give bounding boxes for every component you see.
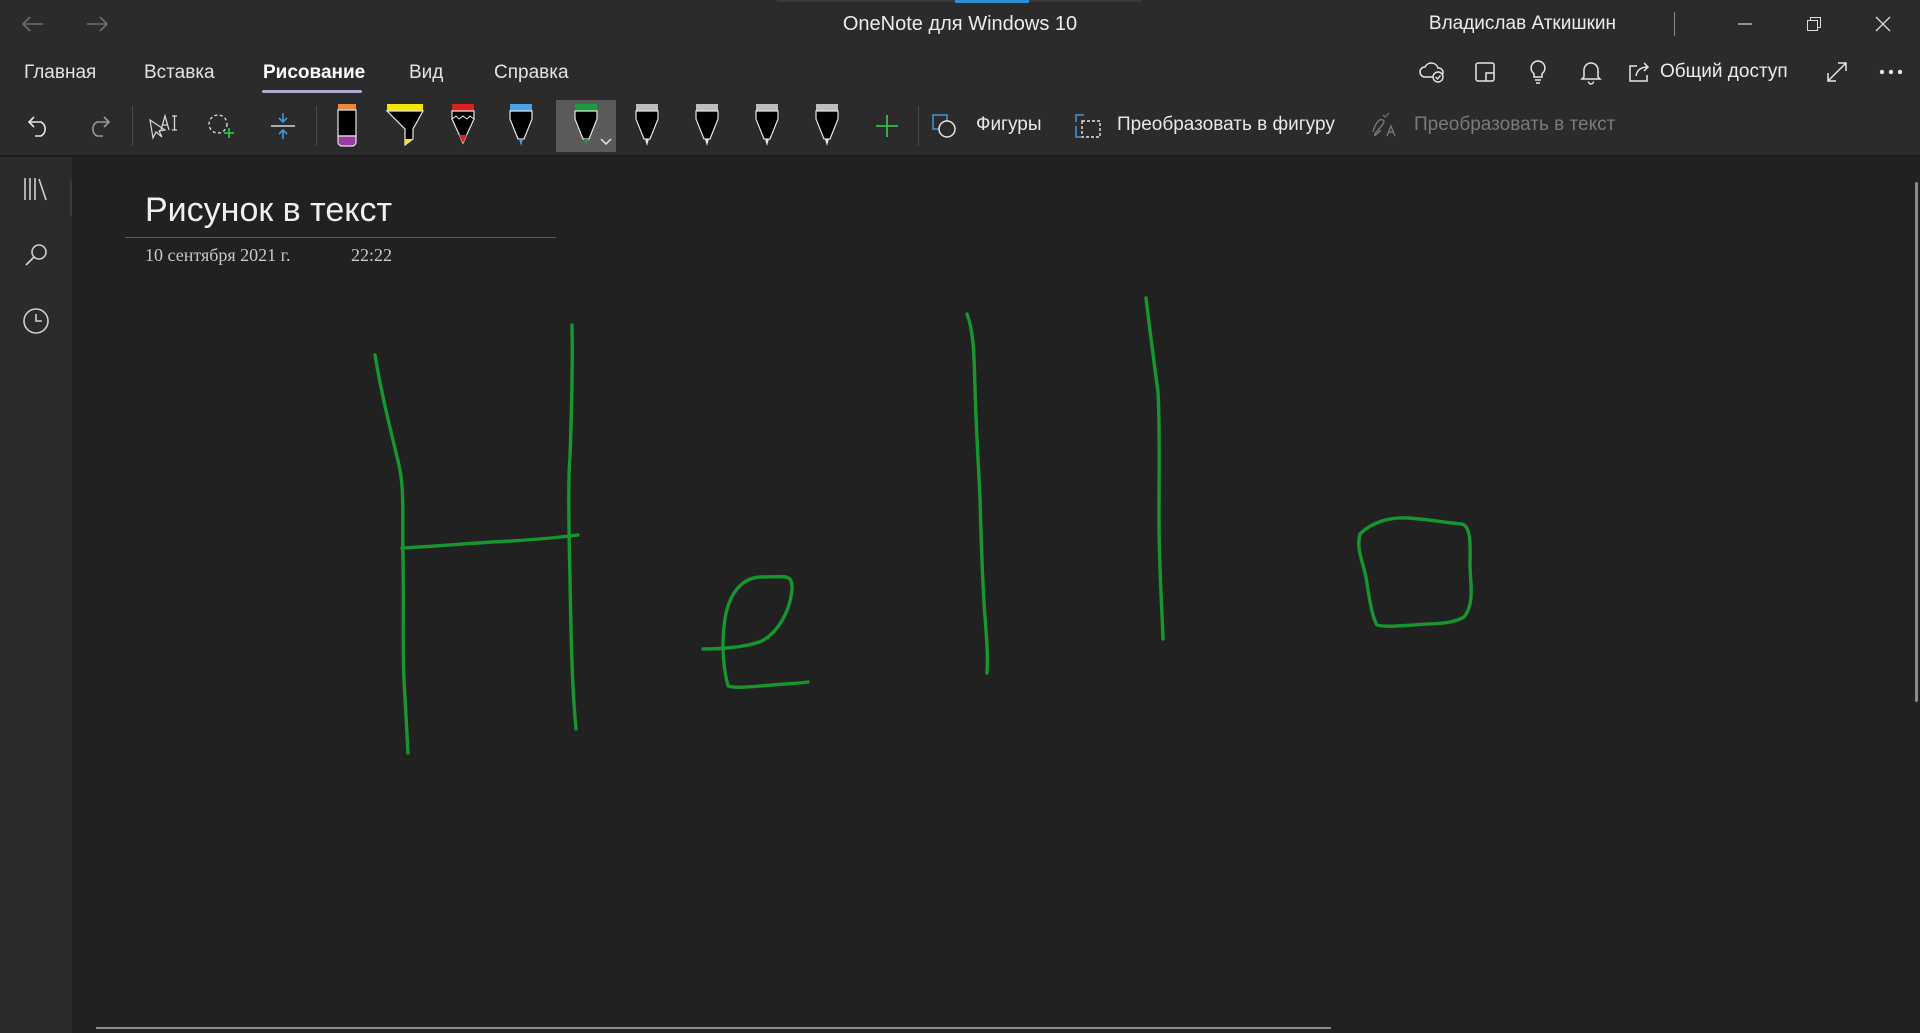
lasso-icon bbox=[208, 114, 234, 138]
pen-black-3[interactable] bbox=[744, 104, 790, 148]
vertical-scrollbar[interactable] bbox=[1915, 182, 1918, 702]
library-icon bbox=[24, 178, 47, 201]
app-title: OneNote для Windows 10 bbox=[842, 13, 1078, 35]
pen-green-selected[interactable] bbox=[556, 100, 616, 152]
share-label: Общий доступ bbox=[1660, 61, 1788, 82]
more-options-button[interactable] bbox=[1872, 55, 1910, 89]
tab-view[interactable]: Вид bbox=[409, 62, 443, 84]
lightbulb-icon bbox=[1530, 60, 1546, 84]
user-name[interactable]: Владислав Аткишкин bbox=[1429, 13, 1616, 35]
tab-home[interactable]: Главная bbox=[24, 62, 96, 84]
clock-icon bbox=[23, 308, 49, 334]
search-nav-button[interactable] bbox=[16, 235, 56, 275]
page-canvas[interactable]: Рисунок в текст 10 сентября 2021 г. 22:2… bbox=[72, 157, 1920, 1033]
title-bar: OneNote для Windows 10 Владислав Аткишки… bbox=[0, 0, 1920, 48]
pen-icon bbox=[695, 104, 719, 146]
ink-stroke-l-second bbox=[1144, 296, 1165, 641]
full-page-view-button[interactable] bbox=[1818, 55, 1856, 89]
redo-icon bbox=[92, 116, 111, 137]
pen-black-1[interactable] bbox=[624, 104, 670, 148]
ink-drawing[interactable] bbox=[72, 157, 1872, 1017]
shapes-icon bbox=[932, 114, 956, 138]
type-select-button[interactable] bbox=[140, 104, 186, 148]
pen-black-4[interactable] bbox=[804, 104, 850, 148]
recent-notes-button[interactable] bbox=[16, 301, 56, 341]
shapes-button[interactable]: Фигуры bbox=[976, 114, 1042, 136]
ink-stroke-h-left bbox=[373, 353, 410, 755]
title-separator bbox=[1674, 12, 1675, 36]
ink-to-text-icon-button[interactable] bbox=[1368, 104, 1402, 148]
notifications-button[interactable] bbox=[1572, 55, 1610, 89]
undo-button[interactable] bbox=[16, 104, 62, 148]
chevron-down-icon[interactable] bbox=[600, 138, 612, 146]
share-button[interactable]: Общий доступ bbox=[1628, 55, 1798, 89]
pen-highlighter-yellow[interactable] bbox=[382, 104, 428, 148]
pen-black-2[interactable] bbox=[684, 104, 730, 148]
navigation-rail bbox=[0, 157, 72, 1033]
ink-stroke-h-right bbox=[567, 323, 578, 731]
ink-stroke-o bbox=[1357, 516, 1473, 628]
minimize-button[interactable] bbox=[1728, 8, 1762, 40]
close-button[interactable] bbox=[1866, 8, 1900, 40]
pen-marker-purple[interactable] bbox=[324, 104, 370, 148]
hello-ink-strokes bbox=[373, 296, 1473, 755]
restore-icon bbox=[1807, 17, 1821, 31]
sync-indicator bbox=[955, 0, 1029, 3]
shapes-icon-button[interactable] bbox=[928, 104, 960, 148]
toolbar-separator bbox=[918, 106, 919, 146]
ink-to-text-button[interactable]: Преобразовать в текст bbox=[1414, 114, 1615, 136]
ink-to-shape-button[interactable]: Преобразовать в фигуру bbox=[1117, 114, 1335, 136]
ink-stroke-e bbox=[701, 574, 810, 689]
restore-button[interactable] bbox=[1797, 8, 1831, 40]
active-tab-indicator bbox=[262, 90, 362, 93]
ink-to-text-icon bbox=[1372, 112, 1396, 137]
pen-blue[interactable] bbox=[498, 104, 544, 148]
pencil-icon bbox=[451, 104, 475, 145]
undo-icon bbox=[27, 116, 46, 137]
ink-to-shape-icon-button[interactable] bbox=[1072, 104, 1104, 148]
tell-me-button[interactable] bbox=[1519, 55, 1557, 89]
share-icon bbox=[1629, 62, 1650, 82]
toolbar-separator bbox=[316, 106, 317, 146]
sync-status-button[interactable] bbox=[1413, 55, 1451, 89]
ribbon-tabs: Главная Вставка Рисование Вид Справка Об… bbox=[0, 48, 1920, 96]
pages-icon bbox=[1475, 62, 1495, 82]
pen-icon bbox=[635, 104, 659, 146]
expand-icon bbox=[1827, 62, 1847, 82]
ellipsis-icon bbox=[1879, 69, 1903, 75]
pen-icon bbox=[509, 104, 533, 146]
add-space-button[interactable] bbox=[260, 104, 306, 148]
tab-draw[interactable]: Рисование bbox=[263, 62, 365, 84]
add-pen-button[interactable] bbox=[864, 104, 910, 148]
tab-insert[interactable]: Вставка bbox=[144, 62, 215, 84]
redo-button[interactable] bbox=[76, 104, 122, 148]
minimize-icon bbox=[1738, 23, 1752, 25]
bell-icon bbox=[1580, 62, 1602, 85]
pen-pencil-red[interactable] bbox=[440, 104, 486, 148]
toolbar-separator bbox=[132, 106, 133, 146]
close-icon bbox=[1875, 16, 1891, 32]
pen-icon bbox=[574, 104, 598, 146]
notebooks-nav-button[interactable] bbox=[16, 169, 56, 209]
ink-stroke-l-first bbox=[965, 312, 990, 675]
cloud-sync-icon bbox=[1419, 62, 1444, 83]
notebooks-button[interactable] bbox=[1466, 55, 1504, 89]
plus-icon bbox=[876, 115, 898, 137]
pen-icon bbox=[815, 104, 839, 146]
marker-icon bbox=[337, 104, 357, 147]
draw-toolbar: Фигуры Преобразовать в фигуру Преобразов… bbox=[0, 96, 1920, 156]
horizontal-scrollbar[interactable] bbox=[96, 1027, 1331, 1029]
search-icon bbox=[25, 244, 47, 266]
insert-space-icon bbox=[271, 113, 295, 139]
highlighter-icon bbox=[385, 104, 425, 147]
lasso-select-button[interactable] bbox=[198, 104, 244, 148]
ink-to-shape-icon bbox=[1075, 114, 1101, 138]
tab-help[interactable]: Справка bbox=[494, 62, 569, 84]
ink-stroke-h-bar bbox=[400, 533, 580, 550]
pen-icon bbox=[755, 104, 779, 146]
text-select-icon bbox=[149, 113, 177, 140]
